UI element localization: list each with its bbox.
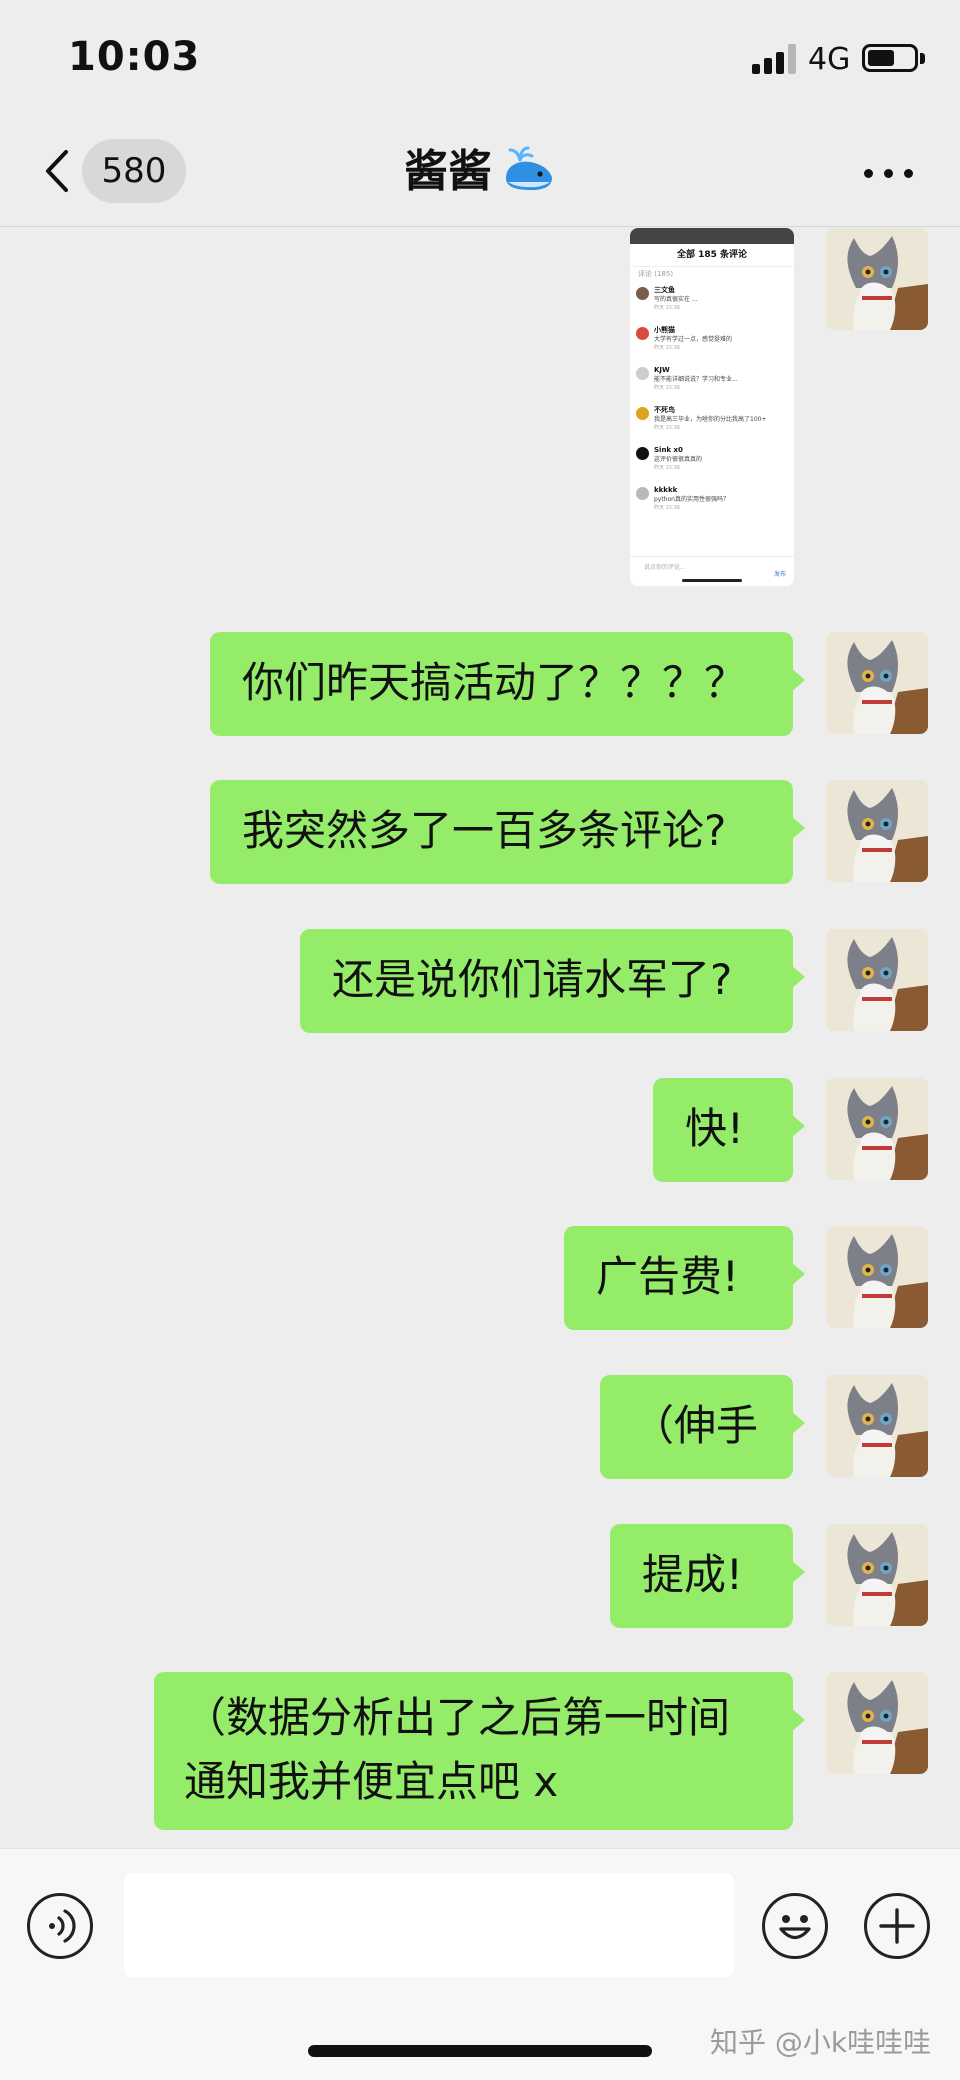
screenshot-comment: 三文鱼写的真很实在 ... 昨天 15:36 bbox=[630, 281, 794, 321]
input-bar: 知乎 @小k哇哇哇 bbox=[0, 1848, 960, 2080]
message-line: （数据分析出了之后第一时间 bbox=[184, 1693, 731, 1742]
signal-icon bbox=[752, 44, 796, 74]
comment-time: 昨天 15:36 bbox=[654, 305, 680, 311]
message-bubble[interactable]: （数据分析出了之后第一时间 通知我并便宜点吧 x bbox=[154, 1672, 805, 1830]
comment-time: 昨天 15:36 bbox=[654, 465, 680, 471]
chat-title-text: 酱酱 bbox=[404, 146, 492, 197]
avatar[interactable] bbox=[826, 1375, 928, 1477]
avatar[interactable] bbox=[826, 929, 928, 1031]
commenter-name: KJW bbox=[654, 366, 670, 374]
screenshot-subtitle: 评论 (185) bbox=[638, 270, 674, 278]
comment-time: 昨天 15:36 bbox=[654, 385, 680, 391]
status-bar: 10:03 4G bbox=[0, 0, 960, 118]
screenshot-title: 全部 185 条评论 bbox=[630, 244, 794, 267]
avatar[interactable] bbox=[826, 1672, 928, 1774]
home-indicator[interactable] bbox=[308, 2045, 652, 2057]
message-bubble[interactable]: 还是说你们请水军了? bbox=[300, 929, 805, 1033]
screenshot-comment: 小熊猫大学有学过一点，感觉挺难的 昨天 15:36 bbox=[630, 321, 794, 361]
avatar[interactable] bbox=[826, 228, 928, 330]
comment-time: 昨天 15:36 bbox=[654, 425, 680, 431]
comment-text: 能不能详细说说？学习和专业... bbox=[654, 376, 738, 383]
battery-tip bbox=[920, 53, 925, 64]
message-bubble[interactable]: 你们昨天搞活动了？？？？ bbox=[210, 632, 805, 736]
message-bubble[interactable]: 快! bbox=[653, 1078, 805, 1182]
commenter-avatar bbox=[636, 447, 649, 460]
commenter-avatar bbox=[636, 327, 649, 340]
comment-time: 昨天 15:36 bbox=[654, 505, 680, 511]
commenter-name: Sink x0 bbox=[654, 446, 683, 454]
battery-icon bbox=[862, 44, 918, 72]
commenter-name: 不死鸟 bbox=[654, 406, 675, 414]
screenshot-comment: kkkkk python真的实用性很强吗？ 昨天 15:36 bbox=[630, 481, 794, 521]
emoji-icon[interactable] bbox=[762, 1893, 828, 1959]
comment-text: 大学有学过一点，感觉挺难的 bbox=[654, 336, 733, 343]
whale-icon bbox=[500, 144, 556, 194]
network-type: 4G bbox=[808, 42, 851, 77]
commenter-name: 小熊猫 bbox=[654, 326, 675, 334]
commenter-avatar bbox=[636, 367, 649, 380]
commenter-name: kkkkk bbox=[654, 486, 678, 494]
message-line: 通知我并便宜点吧 x bbox=[184, 1757, 559, 1806]
watermark: 知乎 @小k哇哇哇 bbox=[710, 2026, 932, 2059]
commenter-avatar bbox=[636, 287, 649, 300]
avatar[interactable] bbox=[826, 1078, 928, 1180]
screenshot-comment: Sink x0 这评价很很真真的 昨天 15:36 bbox=[630, 441, 794, 481]
comment-text: 我是高三毕业，为啥你的分比我高了100+ bbox=[654, 416, 767, 423]
message-input[interactable] bbox=[124, 1873, 734, 1977]
avatar[interactable] bbox=[826, 1524, 928, 1626]
screenshot-send-label: 发布 bbox=[773, 571, 786, 578]
message-bubble[interactable]: 广告费! bbox=[564, 1226, 805, 1330]
screenshot-comment: KJW 能不能详细说说？学习和专业... 昨天 15:36 bbox=[630, 361, 794, 401]
voice-icon[interactable] bbox=[27, 1893, 93, 1959]
comment-time: 昨天 15:36 bbox=[654, 345, 680, 351]
message-bubble[interactable]: 提成! bbox=[610, 1524, 805, 1628]
screenshot-status-bar bbox=[630, 228, 794, 244]
screenshot-comment-list: 三文鱼 写的真很实在 ... 昨天 15:36 小熊猫 大学有学过一点，感觉挺难的 昨天 … bbox=[630, 281, 794, 521]
avatar[interactable] bbox=[826, 780, 928, 882]
status-time: 10:03 bbox=[68, 34, 201, 80]
commenter-name: 三文鱼 bbox=[654, 286, 675, 294]
commenter-avatar bbox=[636, 487, 649, 500]
message-bubble[interactable]: 我突然多了一百多条评论? bbox=[210, 780, 805, 884]
avatar[interactable] bbox=[826, 1226, 928, 1328]
more-dots-icon[interactable] bbox=[864, 164, 914, 180]
shared-screenshot-image[interactable]: 全部 185 条评论 评论 (185) 三文鱼写的真很实在 ... 昨天 15:3… bbox=[630, 228, 794, 586]
screenshot-home-indicator bbox=[682, 579, 742, 582]
comment-text: 写的真很实在 ... bbox=[654, 296, 698, 303]
comment-text: python真的实用性很强吗？ bbox=[654, 496, 729, 503]
message-bubble[interactable]: （伸手 bbox=[600, 1375, 805, 1479]
comment-text: 这评价很很真真的 bbox=[654, 456, 703, 463]
chat-header: 580 酱酱 bbox=[0, 118, 960, 227]
avatar[interactable] bbox=[826, 632, 928, 734]
commenter-avatar bbox=[636, 407, 649, 420]
screenshot-comment: 不死鸟我是高三毕业，为啥你的分比我高了100+ 昨天 15:36 bbox=[630, 401, 794, 441]
plus-icon[interactable] bbox=[864, 1893, 930, 1959]
chat-title: 酱酱 bbox=[0, 144, 960, 200]
